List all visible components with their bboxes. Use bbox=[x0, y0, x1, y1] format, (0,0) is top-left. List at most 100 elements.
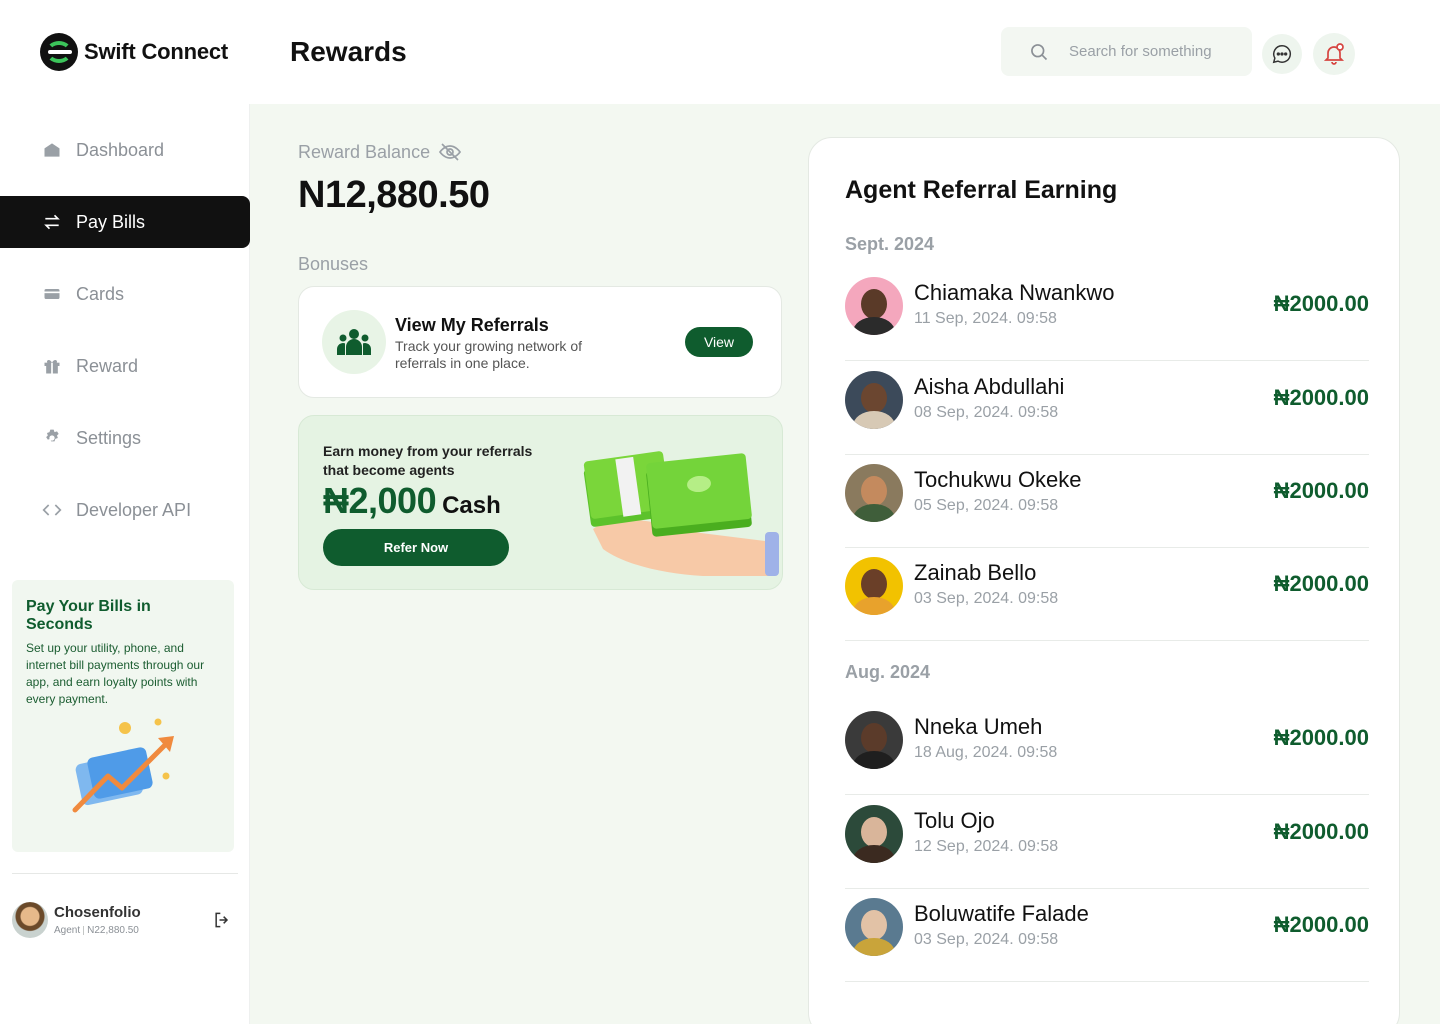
sidebar-item-label: Dashboard bbox=[76, 139, 165, 160]
referrals-icon-wrap bbox=[322, 310, 386, 374]
eye-off-icon[interactable] bbox=[438, 140, 462, 164]
referral-name: Nneka Umeh bbox=[914, 714, 1043, 739]
earn-amount-value: ₦2,000 bbox=[323, 480, 437, 521]
wallet-growth-illustration bbox=[72, 718, 174, 813]
refer-now-button[interactable]: Refer Now bbox=[323, 529, 509, 566]
referral-row[interactable]: Tochukwu Okeke 05 Sep, 2024. 09:58 ₦2000… bbox=[845, 455, 1369, 548]
referral-amount: ₦2000.00 bbox=[1273, 478, 1369, 503]
user-profile[interactable]: Chosenfolio Agent N22,880.50 bbox=[12, 902, 238, 940]
referral-amount: ₦2000.00 bbox=[1273, 291, 1369, 316]
sidebar-item-label: Pay Bills bbox=[76, 211, 146, 232]
panel-title: Agent Referral Earning bbox=[845, 176, 1118, 204]
sidebar-item-label: Settings bbox=[76, 427, 142, 448]
referral-date: 08 Sep, 2024. 09:58 bbox=[914, 404, 1059, 421]
search-input[interactable] bbox=[1069, 43, 1239, 60]
referral-date: 12 Sep, 2024. 09:58 bbox=[914, 838, 1059, 855]
reward-balance-value: N12,880.50 bbox=[298, 174, 490, 216]
referral-row[interactable]: Chiamaka Nwankwo 11 Sep, 2024. 09:58 ₦20… bbox=[845, 268, 1369, 361]
earn-amount: ₦2,000 Cash bbox=[323, 480, 501, 522]
referral-amount: ₦2000.00 bbox=[1273, 725, 1369, 750]
app-name: Swift Connect bbox=[84, 39, 229, 64]
month-header: Aug. 2024 bbox=[845, 662, 931, 682]
bell-icon bbox=[1323, 43, 1345, 65]
avatar bbox=[845, 371, 903, 429]
gift-icon bbox=[44, 360, 60, 374]
top-header: Swift Connect Rewards bbox=[0, 0, 1440, 104]
sidebar-item-pay-bills[interactable]: Pay Bills bbox=[0, 196, 250, 248]
sidebar-item-label: Developer API bbox=[76, 499, 192, 520]
notifications-button[interactable] bbox=[1313, 33, 1355, 75]
referral-date: 05 Sep, 2024. 09:58 bbox=[914, 497, 1059, 514]
referral-name: Aisha Abdullahi bbox=[914, 374, 1065, 399]
promo-title: Pay Your Bills in Seconds bbox=[26, 598, 151, 633]
avatar bbox=[845, 277, 903, 335]
referral-name: Chiamaka Nwankwo bbox=[914, 280, 1115, 305]
sidebar-item-reward[interactable]: Reward bbox=[0, 340, 250, 392]
referral-date: 18 Aug, 2024. 09:58 bbox=[914, 744, 1058, 761]
app-logo[interactable]: Swift Connect bbox=[40, 33, 228, 71]
avatar bbox=[845, 805, 903, 863]
sidebar-item-label: Cards bbox=[76, 283, 125, 304]
logout-icon[interactable] bbox=[212, 910, 232, 930]
referral-date: 11 Sep, 2024. 09:58 bbox=[914, 310, 1057, 327]
referral-row[interactable]: Zainab Bello 03 Sep, 2024. 09:58 ₦2000.0… bbox=[845, 548, 1369, 641]
referral-amount: ₦2000.00 bbox=[1273, 571, 1369, 596]
sidebar-item-cards[interactable]: Cards bbox=[0, 268, 250, 320]
referral-name: Boluwatife Falade bbox=[914, 901, 1089, 926]
referral-name: Tochukwu Okeke bbox=[914, 467, 1082, 492]
earn-referral-card: Earn money from your referrals that beco… bbox=[298, 415, 783, 590]
user-balance: N22,880.50 bbox=[87, 925, 139, 936]
transfer-arrows-icon bbox=[44, 214, 60, 230]
swift-connect-logo-icon bbox=[40, 33, 78, 71]
earn-text: Earn money from your referrals that beco… bbox=[323, 443, 533, 478]
referral-row[interactable]: Boluwatife Falade 03 Sep, 2024. 09:58 ₦2… bbox=[845, 889, 1369, 982]
gear-icon bbox=[46, 429, 59, 442]
sidebar-item-label: Reward bbox=[76, 355, 139, 376]
referral-date: 03 Sep, 2024. 09:58 bbox=[914, 931, 1059, 948]
cash-in-hand-illustration bbox=[583, 451, 779, 576]
pay-bills-promo: Pay Your Bills in Seconds Set up your ut… bbox=[12, 580, 234, 852]
referral-name: Tolu Ojo bbox=[914, 808, 995, 833]
avatar bbox=[845, 557, 903, 615]
referral-row[interactable]: Nneka Umeh 18 Aug, 2024. 09:58 ₦2000.00 bbox=[845, 702, 1369, 795]
promo-text: Set up your utility, phone, and internet… bbox=[26, 641, 205, 706]
bonuses-label: Bonuses bbox=[298, 254, 369, 274]
referral-row[interactable]: Aisha Abdullahi 08 Sep, 2024. 09:58 ₦200… bbox=[845, 362, 1369, 455]
referral-amount: ₦2000.00 bbox=[1273, 385, 1369, 410]
home-icon bbox=[44, 143, 60, 157]
group-users-icon bbox=[337, 329, 371, 355]
main-content: Reward Balance N12,880.50 Bonuses View M… bbox=[250, 104, 1440, 1024]
avatar bbox=[12, 902, 48, 938]
view-referrals-button[interactable]: View bbox=[685, 327, 753, 357]
referrals-title: View My Referrals bbox=[395, 315, 549, 335]
referral-row[interactable]: Tolu Ojo 12 Sep, 2024. 09:58 ₦2000.00 bbox=[845, 796, 1369, 889]
avatar bbox=[845, 464, 903, 522]
sidebar-item-dashboard[interactable]: Dashboard bbox=[0, 124, 250, 176]
messages-button[interactable] bbox=[1262, 34, 1302, 74]
user-name: Chosenfolio bbox=[54, 904, 141, 921]
sidebar: Dashboard Pay Bills Cards Reward Setting… bbox=[0, 104, 250, 1024]
search-box[interactable] bbox=[1001, 27, 1252, 76]
avatar bbox=[845, 711, 903, 769]
sidebar-item-developer-api[interactable]: Developer API bbox=[0, 484, 250, 536]
month-header: Sept. 2024 bbox=[845, 234, 935, 254]
view-referrals-card: View My Referrals Track your growing net… bbox=[298, 286, 782, 398]
referral-amount: ₦2000.00 bbox=[1273, 819, 1369, 844]
avatar bbox=[845, 898, 903, 956]
search-icon bbox=[1031, 43, 1048, 60]
chat-bubble-icon bbox=[1272, 45, 1292, 64]
referral-amount: ₦2000.00 bbox=[1273, 912, 1369, 937]
balance-label-text: Reward Balance bbox=[298, 141, 431, 162]
code-icon bbox=[42, 504, 62, 516]
card-icon bbox=[44, 289, 60, 299]
agent-referral-panel: Agent Referral Earning Sept. 2024 Chiama… bbox=[808, 137, 1400, 1024]
user-meta: Agent N22,880.50 bbox=[54, 925, 139, 936]
user-role: Agent bbox=[54, 925, 81, 936]
sidebar-item-settings[interactable]: Settings bbox=[0, 412, 250, 464]
referral-date: 03 Sep, 2024. 09:58 bbox=[914, 590, 1059, 607]
referral-name: Zainab Bello bbox=[914, 560, 1037, 585]
page-title: Rewards bbox=[290, 36, 407, 67]
sidebar-divider bbox=[12, 873, 238, 874]
earn-amount-unit: Cash bbox=[442, 492, 501, 519]
referrals-description: Track your growing network of referrals … bbox=[395, 338, 582, 371]
